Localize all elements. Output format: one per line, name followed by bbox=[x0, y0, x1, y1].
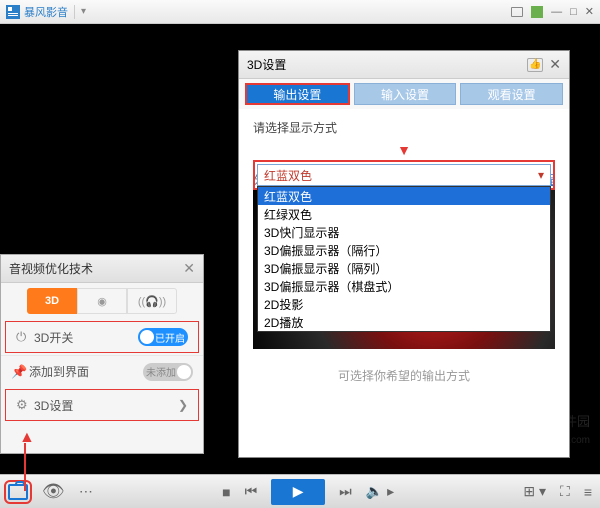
3d-settings-dialog: 3D设置 👍 ✕ 输出设置 输入设置 观看设置 请选择显示方式 ▼ 红蓝双色 ▾… bbox=[238, 50, 570, 458]
segment-3d[interactable]: 3D bbox=[27, 288, 77, 314]
add-label: 添加到界面 bbox=[29, 363, 89, 380]
combo-option[interactable]: 3D快门显示器 bbox=[258, 223, 550, 241]
dialog-title: 3D设置 bbox=[247, 56, 286, 73]
tab-output[interactable]: 输出设置 bbox=[245, 83, 350, 105]
row-add-ui[interactable]: 📌 添加到界面 未添加 bbox=[1, 355, 203, 387]
prev-button[interactable]: ⏮ bbox=[245, 483, 258, 500]
app-logo: 暴风影音 bbox=[6, 4, 68, 20]
combo-value: 红蓝双色 bbox=[264, 167, 538, 184]
combo-option[interactable]: 3D偏振显示器（隔列） bbox=[258, 259, 550, 277]
app-name: 暴风影音 bbox=[24, 4, 68, 20]
dropdown-icon[interactable]: ▾ bbox=[81, 6, 86, 17]
annotation-arrow-down-icon: ▼ bbox=[253, 142, 555, 158]
dialog-body: 请选择显示方式 ▼ 红蓝双色 ▾ 红蓝双色 红绿双色 3D快门显示器 3D偏振显… bbox=[239, 109, 569, 200]
minimize-button[interactable]: — bbox=[551, 6, 562, 18]
combo-option[interactable]: 3D偏振显示器（棋盘式） bbox=[258, 277, 550, 295]
switch-label: 3D开关 bbox=[34, 329, 73, 346]
tab-view[interactable]: 观看设置 bbox=[460, 83, 563, 105]
titlebar: 暴风影音 ▾ — □ ✕ bbox=[0, 0, 600, 24]
combo-option[interactable]: 3D偏振显示器（隔行） bbox=[258, 241, 550, 259]
next-button[interactable]: ⏭ bbox=[339, 483, 352, 500]
dialog-header: 3D设置 👍 ✕ bbox=[239, 51, 569, 79]
panel-close-icon[interactable]: ✕ bbox=[183, 260, 195, 277]
stop-button[interactable]: ■ bbox=[222, 484, 230, 500]
dialog-close-icon[interactable]: ✕ bbox=[549, 56, 561, 73]
power-icon: ⏻ bbox=[16, 329, 34, 345]
divider bbox=[74, 5, 75, 19]
pin-icon: 📌 bbox=[11, 364, 29, 380]
play-button[interactable]: ▶ bbox=[271, 479, 325, 505]
more-icon[interactable]: ⋯ bbox=[79, 483, 93, 500]
3d-toggle[interactable]: 已开启 bbox=[138, 328, 188, 346]
panel-title: 音视频优化技术 bbox=[9, 260, 93, 277]
combo-option[interactable]: 2D播放 bbox=[258, 313, 550, 331]
chevron-down-icon: ▾ bbox=[538, 168, 544, 182]
add-toggle[interactable]: 未添加 bbox=[143, 363, 193, 381]
volume-icon[interactable]: 🔈 ▸ bbox=[366, 483, 394, 500]
maximize-button[interactable]: □ bbox=[570, 6, 577, 18]
playlist-icon[interactable]: ≡ bbox=[584, 484, 592, 500]
combo-dropdown: 红蓝双色 红绿双色 3D快门显示器 3D偏振显示器（隔行） 3D偏振显示器（隔列… bbox=[257, 186, 551, 332]
thumbs-up-icon[interactable]: 👍 bbox=[527, 58, 543, 72]
combo-option[interactable]: 红绿双色 bbox=[258, 205, 550, 223]
combo-option[interactable]: 2D投影 bbox=[258, 295, 550, 313]
hint-text: 可选择你希望的输出方式 bbox=[239, 367, 569, 384]
av-optimize-panel: 音视频优化技术 ✕ 3D ◉ ((🎧)) ⏻ 3D开关 已开启 📌 添加到界面 … bbox=[0, 254, 204, 454]
window-controls: — □ ✕ bbox=[511, 5, 594, 18]
dialog-tabs: 输出设置 输入设置 观看设置 bbox=[239, 79, 569, 109]
status-icon[interactable] bbox=[531, 6, 543, 18]
gear-icon: ⚙ bbox=[16, 397, 34, 413]
player-bar: 👁 ⋯ ■ ⏮ ▶ ⏭ 🔈 ▸ ⊞ ▾ ⛶ ≡ bbox=[0, 474, 600, 508]
fullscreen-icon[interactable]: ⛶ bbox=[560, 483, 570, 500]
row-3d-settings[interactable]: ⚙ 3D设置 ❯ bbox=[5, 389, 199, 421]
display-mode-combo-wrap: 红蓝双色 ▾ 红蓝双色 红绿双色 3D快门显示器 3D偏振显示器（隔行） 3D偏… bbox=[253, 160, 555, 190]
segment-eye[interactable]: ◉ bbox=[77, 288, 127, 314]
tab-input[interactable]: 输入设置 bbox=[354, 83, 457, 105]
display-prompt: 请选择显示方式 bbox=[253, 119, 555, 136]
open-icon[interactable]: ⊞ ▾ bbox=[523, 483, 546, 500]
row-3d-switch[interactable]: ⏻ 3D开关 已开启 bbox=[5, 321, 199, 353]
settings-label: 3D设置 bbox=[34, 397, 73, 414]
comment-icon[interactable] bbox=[511, 7, 523, 17]
eye-icon[interactable]: 👁 bbox=[42, 481, 65, 502]
combo-option[interactable]: 红蓝双色 bbox=[258, 187, 550, 205]
segment-tabs: 3D ◉ ((🎧)) bbox=[1, 283, 203, 319]
panel-header: 音视频优化技术 ✕ bbox=[1, 255, 203, 283]
annotation-arrow-icon: ▲ bbox=[19, 429, 35, 447]
chevron-right-icon: ❯ bbox=[178, 398, 188, 412]
display-mode-combo[interactable]: 红蓝双色 ▾ bbox=[257, 164, 551, 186]
logo-icon bbox=[6, 5, 20, 19]
close-button[interactable]: ✕ bbox=[585, 5, 594, 18]
segment-audio[interactable]: ((🎧)) bbox=[127, 288, 177, 314]
